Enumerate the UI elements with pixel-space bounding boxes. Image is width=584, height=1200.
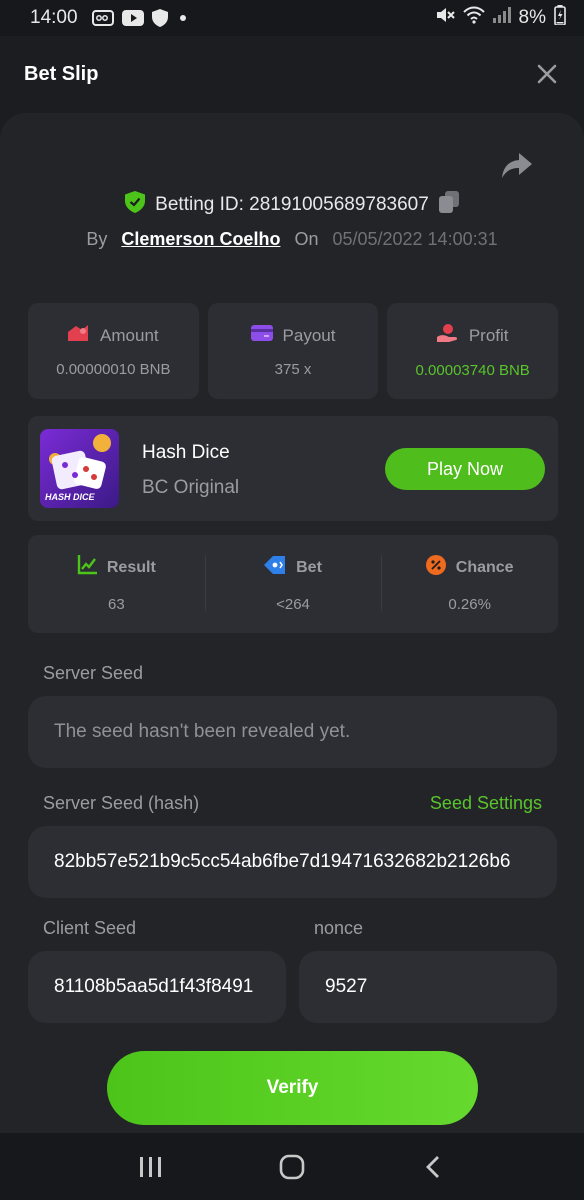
stat-profit: Profit 0.00003740 BNB xyxy=(387,303,559,399)
verified-shield-icon xyxy=(125,191,146,219)
game-row: HASH DICE Hash Dice BC Original Play Now xyxy=(28,416,558,521)
stat-payout: Payout 375 x xyxy=(207,303,379,399)
result-value: 63 xyxy=(107,596,125,613)
server-seed-value: The seed hasn't been revealed yet. xyxy=(54,721,351,742)
game-thumbnail-text: HASH DICE xyxy=(45,492,95,502)
chance-col: Chance 0.26% xyxy=(381,555,558,613)
by-label: By xyxy=(86,229,108,249)
back-icon[interactable] xyxy=(413,1147,453,1187)
payout-icon xyxy=(250,324,273,347)
close-icon[interactable] xyxy=(534,61,560,87)
bet-stats: Amount 0.00000010 BNB Payout 375 x Profi… xyxy=(28,303,559,399)
client-seed-field[interactable]: 81108b5aa5d1f43f8491 xyxy=(28,951,286,1023)
bet-slip-card: Betting ID: 28191005689783607 By Clemers… xyxy=(0,113,584,1133)
percent-icon xyxy=(425,555,446,580)
home-icon[interactable] xyxy=(272,1147,312,1187)
game-thumbnail[interactable]: HASH DICE xyxy=(40,429,119,508)
server-seed-field[interactable]: The seed hasn't been revealed yet. xyxy=(28,696,557,768)
share-icon[interactable] xyxy=(502,153,532,179)
stat-amount: Amount 0.00000010 BNB xyxy=(28,303,199,399)
bet-icon xyxy=(264,555,286,580)
result-label: Result xyxy=(106,558,156,576)
header: Bet Slip xyxy=(0,36,584,112)
page-title: Bet Slip xyxy=(24,62,99,85)
on-label: On xyxy=(294,229,319,249)
stat-value: 0.00003740 BNB xyxy=(415,362,530,379)
result-row: Result 63 Bet <264 Chance 0.26% xyxy=(28,535,558,633)
bet-col: Bet <264 xyxy=(204,555,382,613)
stat-label: Payout xyxy=(282,325,336,345)
stat-value: 375 x xyxy=(274,361,312,378)
seed-settings-link[interactable]: Seed Settings xyxy=(430,793,542,814)
stat-label: Amount xyxy=(100,325,159,345)
result-col: Result 63 xyxy=(28,555,205,613)
battery-icon xyxy=(554,5,566,31)
verify-button[interactable]: Verify xyxy=(107,1051,478,1125)
betting-id: Betting ID: 28191005689783607 xyxy=(155,194,429,215)
status-time: 14:00 xyxy=(30,7,78,28)
shield-icon xyxy=(151,9,168,27)
stat-value: 0.00000010 BNB xyxy=(56,361,171,378)
client-seed-label: Client Seed xyxy=(43,918,137,938)
bet-label: Bet xyxy=(296,558,322,576)
stat-label: Profit xyxy=(468,325,509,345)
client-seed-value: 81108b5aa5d1f43f8491 xyxy=(54,976,254,997)
battery-percent: 8% xyxy=(518,7,546,28)
server-seed-hash-value: 82bb57e521b9c5cc54ab6fbe7d19471632682b21… xyxy=(54,851,511,872)
system-nav-bar xyxy=(0,1133,584,1200)
bet-author-row: By Clemerson Coelho On 05/05/2022 14:00:… xyxy=(0,229,584,250)
youtube-icon xyxy=(121,10,144,26)
notification-dot xyxy=(179,15,186,21)
profit-icon xyxy=(436,323,459,348)
nonce-value: 9527 xyxy=(325,976,368,997)
mute-icon xyxy=(435,6,455,30)
chance-label: Chance xyxy=(455,558,514,576)
chance-value: 0.26% xyxy=(448,596,491,613)
game-subtitle: BC Original xyxy=(142,477,240,498)
copy-icon[interactable] xyxy=(438,191,459,219)
server-seed-hash-label: Server Seed (hash) xyxy=(43,793,200,813)
amount-icon xyxy=(68,324,90,347)
voicemail-icon xyxy=(91,10,114,26)
bet-value: <264 xyxy=(276,596,310,613)
betting-id-row: Betting ID: 28191005689783607 xyxy=(0,191,584,219)
nonce-label: nonce xyxy=(314,918,364,938)
recent-apps-icon[interactable] xyxy=(131,1147,171,1187)
nonce-field[interactable]: 9527 xyxy=(299,951,557,1023)
signal-icon xyxy=(492,7,511,29)
game-name: Hash Dice xyxy=(142,442,230,463)
status-bar: 14:00 8% xyxy=(0,0,584,36)
wifi-icon xyxy=(462,6,485,30)
play-now-button[interactable]: Play Now xyxy=(385,448,545,490)
server-seed-label: Server Seed xyxy=(43,663,144,683)
user-link[interactable]: Clemerson Coelho xyxy=(121,229,280,250)
bet-date: 05/05/2022 14:00:31 xyxy=(332,229,498,249)
server-seed-hash-field[interactable]: 82bb57e521b9c5cc54ab6fbe7d19471632682b21… xyxy=(28,826,557,898)
result-icon xyxy=(77,555,97,580)
